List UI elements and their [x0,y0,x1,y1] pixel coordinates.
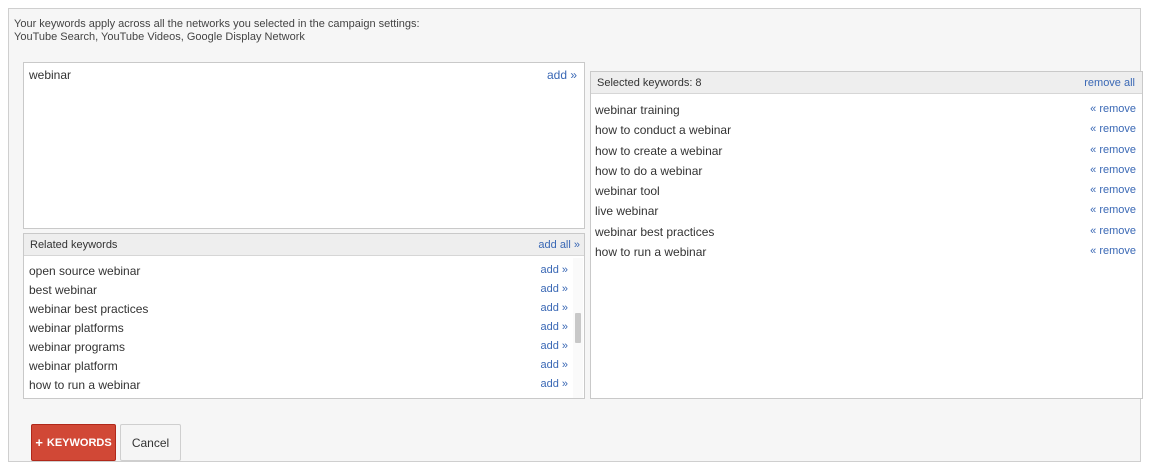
selected-keywords-header: Selected keywords: 8 remove all [591,72,1142,94]
selected-keyword-label: webinar tool [595,184,660,199]
add-related-keyword-link[interactable]: add » [540,264,568,276]
remove-all-link[interactable]: remove all [1084,77,1135,89]
related-keyword-label: webinar best practices [29,302,149,316]
selected-keyword-label: how to create a webinar [595,143,723,158]
related-keyword-label: webinar programs [29,340,126,354]
network-notice-line1: Your keywords apply across all the netwo… [14,18,420,30]
selected-keyword-label: live webinar [595,204,659,219]
plus-icon: + [35,435,43,450]
related-keywords-list: open source webinar add » best webinar a… [24,261,572,394]
add-related-keyword-link[interactable]: add » [540,321,568,333]
related-keywords-header: Related keywords add all » [24,234,584,256]
selected-keyword-row: webinar training « remove [591,100,1142,120]
selected-keyword-label: webinar training [595,103,680,117]
related-keyword-label: how to run a webinar [29,378,141,392]
related-keyword-label: open source webinar [29,264,141,278]
add-all-link[interactable]: add all » [538,239,580,251]
add-related-keyword-link[interactable]: add » [540,340,568,352]
remove-keyword-link[interactable]: « remove [1090,245,1136,257]
remove-keyword-link[interactable]: « remove [1090,164,1136,176]
selected-keywords-panel: Selected keywords: 8 remove all webinar … [590,71,1143,399]
remove-keyword-link[interactable]: « remove [1090,123,1136,135]
related-keyword-row: webinar platform add » [24,356,572,375]
related-keyword-label: webinar platforms [29,321,124,335]
related-keyword-row: webinar best practices add » [24,299,572,318]
selected-keyword-label: webinar best practices [595,224,715,239]
add-related-keyword-link[interactable]: add » [540,359,568,371]
related-keywords-scrollbar[interactable] [573,258,583,398]
add-keywords-button-label: KEYWORDS [46,436,112,449]
remove-keyword-link[interactable]: « remove [1090,225,1136,237]
selected-keywords-list: webinar training « remove how to conduct… [591,100,1142,262]
add-keyword-link[interactable]: add » [547,68,577,82]
selected-keyword-label: how to conduct a webinar [595,123,732,138]
related-keyword-row: best webinar add » [24,280,572,299]
add-related-keyword-link[interactable]: add » [540,283,568,295]
add-related-keyword-link[interactable]: add » [540,302,568,314]
selected-keyword-label: how to do a webinar [595,163,703,178]
selected-keyword-row: how to conduct a webinar « remove [591,120,1142,140]
selected-keywords-title: Selected keywords: 8 [597,77,702,89]
selected-keyword-row: webinar best practices « remove [591,222,1142,242]
cancel-button[interactable]: Cancel [120,424,181,461]
remove-keyword-link[interactable]: « remove [1090,204,1136,216]
keyword-entry-box[interactable]: webinar add » [23,62,585,229]
related-keyword-label: webinar platform [29,359,118,373]
selected-keyword-row: how to run a webinar « remove [591,242,1142,262]
selected-keyword-label: how to run a webinar [595,245,707,260]
related-keyword-row: how to run a webinar add » [24,375,572,394]
network-notice-line2: YouTube Search, YouTube Videos, Google D… [14,31,305,43]
selected-keyword-row: webinar tool « remove [591,181,1142,201]
scrollbar-thumb[interactable] [575,313,581,343]
related-keyword-label: best webinar [29,283,98,297]
cancel-button-label: Cancel [131,435,170,450]
related-keywords-panel: Related keywords add all » open source w… [23,233,585,399]
keyword-entry-text[interactable]: webinar [29,68,71,82]
selected-keyword-row: how to do a webinar « remove [591,161,1142,181]
remove-keyword-link[interactable]: « remove [1090,184,1136,196]
related-keyword-row: webinar programs add » [24,337,572,356]
add-related-keyword-link[interactable]: add » [540,378,568,390]
selected-keyword-row: live webinar « remove [591,201,1142,221]
related-keyword-row: open source webinar add » [24,261,572,280]
related-keyword-row: webinar platforms add » [24,318,572,337]
selected-keyword-row: how to create a webinar « remove [591,141,1142,161]
remove-keyword-link[interactable]: « remove [1090,103,1136,115]
related-keywords-title: Related keywords [30,239,118,251]
add-keywords-button[interactable]: + KEYWORDS [31,424,116,461]
remove-keyword-link[interactable]: « remove [1090,144,1136,156]
network-notice: Your keywords apply across all the netwo… [14,18,420,44]
